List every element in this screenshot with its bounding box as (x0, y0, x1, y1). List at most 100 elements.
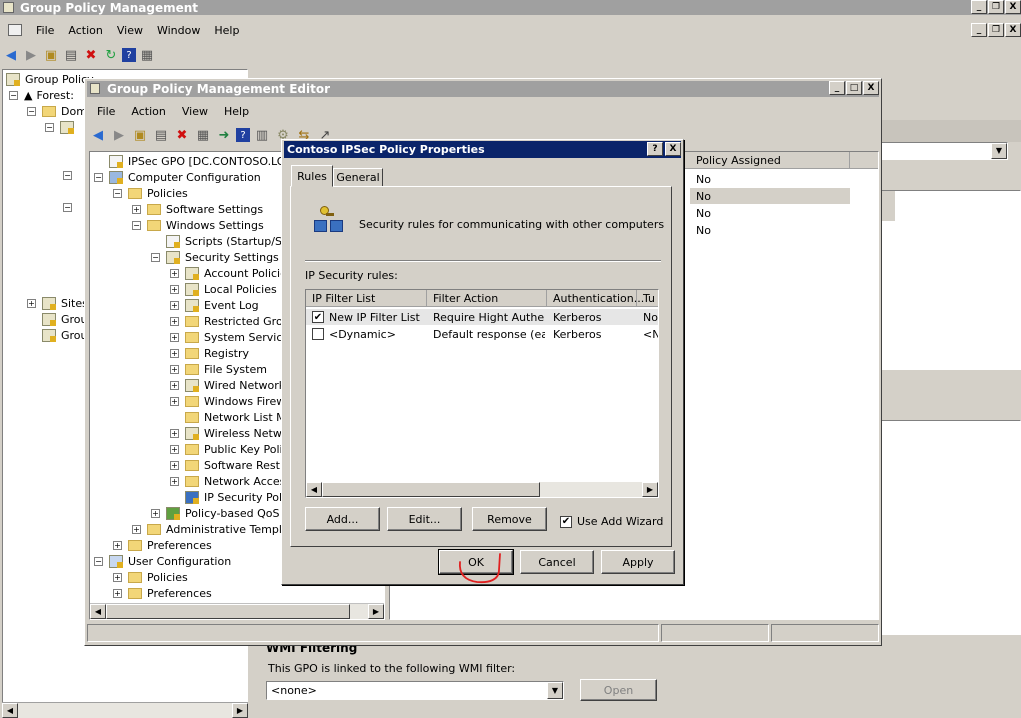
editor-back-icon[interactable]: ◀ (89, 126, 107, 144)
editor-help-icon[interactable]: ? (236, 128, 250, 142)
editor-tree-item[interactable]: − Security Settings (151, 249, 279, 265)
wmi-open-button[interactable]: Open (580, 679, 657, 701)
outer-menu-help[interactable]: Help (214, 24, 239, 37)
col-authentication[interactable]: Authentication... (547, 290, 644, 307)
expand-icon[interactable]: + (170, 300, 179, 310)
editor-forward-icon[interactable]: ▶ (110, 126, 128, 144)
tab-general[interactable]: General (333, 168, 383, 187)
editor-tree-item[interactable]: + Wireless Netwo (170, 425, 289, 441)
editor-tree-item[interactable]: + Preferences (113, 585, 212, 601)
outer-tree-forest[interactable]: − ▲ Forest: (9, 87, 74, 103)
expand-icon[interactable]: + (170, 316, 179, 326)
collapse-icon[interactable]: − (151, 252, 160, 262)
editor-tree-item[interactable]: + Local Policies (170, 281, 277, 297)
editor-close-button[interactable]: X (863, 81, 879, 95)
add-rule-button[interactable]: Add... (305, 507, 380, 531)
expand-icon[interactable]: + (170, 444, 179, 454)
editor-tree-item[interactable]: + Network Access (170, 473, 291, 489)
col-ip-filter-list[interactable]: IP Filter List (306, 290, 427, 307)
properties-icon[interactable]: ▦ (138, 46, 156, 64)
editor-tree-item[interactable]: − Computer Configuration (94, 169, 261, 185)
outer-combo[interactable]: ▼ (880, 142, 1008, 160)
outer-tree-sites[interactable]: + Sites (27, 295, 88, 311)
editor-tree-toggle-icon[interactable]: ▤ (152, 126, 170, 144)
editor-tree-item[interactable]: + Restricted Grou (170, 313, 290, 329)
editor-tree-item[interactable]: Network List Ma (170, 409, 292, 425)
outer-menu-view[interactable]: View (117, 24, 143, 37)
editor-tree-item[interactable]: + System Service (170, 329, 289, 345)
expand-icon[interactable]: + (170, 476, 179, 486)
expand-icon[interactable]: + (170, 332, 179, 342)
editor-scroll-thumb[interactable] (106, 604, 350, 619)
editor-tree-item[interactable]: + Policy-based QoS (151, 505, 280, 521)
policy-row-4[interactable]: No (696, 222, 846, 238)
rules-scroll-right[interactable]: ▶ (642, 482, 658, 497)
editor-menu-help[interactable]: Help (224, 105, 249, 118)
policy-row-1[interactable]: No (696, 171, 846, 187)
cancel-button[interactable]: Cancel (520, 550, 594, 574)
outer-tree-domain[interactable]: − Dom (27, 103, 87, 119)
editor-tree-item[interactable]: + Account Policies (170, 265, 293, 281)
apply-button[interactable]: Apply (601, 550, 675, 574)
outer-tree-gpm[interactable]: Grou (42, 311, 88, 327)
expand-icon[interactable]: + (170, 460, 179, 470)
rules-hscroll[interactable]: ◀ ▶ (306, 482, 658, 497)
expand-icon[interactable]: + (170, 268, 179, 278)
editor-minimize-button[interactable]: _ (829, 81, 845, 95)
editor-tree-item[interactable]: + Public Key Polici (170, 441, 292, 457)
editor-tree-item[interactable]: + Preferences (113, 537, 212, 553)
editor-tree-item[interactable]: + Policies (113, 569, 188, 585)
expand-icon[interactable]: + (170, 348, 179, 358)
collapse-icon[interactable]: − (94, 172, 103, 182)
scroll-left-button[interactable]: ◀ (2, 703, 18, 718)
wmi-filter-select[interactable]: <none> ▼ (266, 681, 564, 700)
expand-icon[interactable]: + (170, 284, 179, 294)
expand-icon[interactable]: + (132, 204, 141, 214)
outer-combo-arrow[interactable]: ▼ (991, 143, 1007, 159)
refresh-icon[interactable]: ↻ (102, 46, 120, 64)
editor-tree-item[interactable]: IP Security Polic (170, 489, 291, 505)
editor-menu-action[interactable]: Action (131, 105, 165, 118)
editor-tree-item[interactable]: + File System (170, 361, 267, 377)
policy-row-3[interactable]: No (696, 205, 846, 221)
expand-icon[interactable]: + (132, 524, 141, 534)
expand-icon[interactable]: + (113, 588, 122, 598)
editor-scroll-left[interactable]: ◀ (90, 604, 106, 619)
help-icon[interactable]: ? (122, 48, 136, 62)
editor-tree-item[interactable]: − User Configuration (94, 553, 231, 569)
editor-tree-item[interactable]: + Registry (170, 345, 249, 361)
editor-tree-item[interactable]: IPSec GPO [DC.CONTOSO.LOCAL] (94, 153, 311, 169)
policy-assigned-column[interactable]: Policy Assigned (690, 152, 850, 169)
outer-menu-file[interactable]: File (36, 24, 54, 37)
rules-scroll-thumb[interactable] (322, 482, 540, 497)
rule-row[interactable]: <Dynamic> Default response (ea... Kerber… (306, 326, 658, 342)
forward-arrow-icon[interactable]: ▶ (22, 46, 40, 64)
expand-icon[interactable]: + (113, 572, 122, 582)
editor-up-icon[interactable]: ▣ (131, 126, 149, 144)
outer-tree-collapsed-1[interactable]: − (63, 167, 78, 183)
back-arrow-icon[interactable]: ◀ (2, 46, 20, 64)
editor-tree-item[interactable]: + Software Restr (170, 457, 284, 473)
outer-tree-ou[interactable]: − (45, 119, 79, 135)
policy-row-2[interactable]: No (690, 188, 850, 204)
expand-icon[interactable]: + (151, 508, 160, 518)
editor-menu-file[interactable]: File (97, 105, 115, 118)
editor-tree-item[interactable]: − Windows Settings (132, 217, 264, 233)
editor-tree-item[interactable]: + Windows Firewa (170, 393, 292, 409)
outer-tree-gpr[interactable]: Grou (42, 327, 88, 343)
rules-scroll-left[interactable]: ◀ (306, 482, 322, 497)
rule-row[interactable]: ✔ New IP Filter List Require Hight Authe.… (306, 309, 658, 325)
editor-maximize-button[interactable]: □ (846, 81, 862, 95)
child-close-button[interactable]: X (1005, 23, 1021, 37)
col-filter-action[interactable]: Filter Action (427, 290, 547, 307)
tab-rules[interactable]: Rules (291, 165, 333, 187)
wmi-select-arrow[interactable]: ▼ (547, 682, 563, 699)
use-add-wizard[interactable]: ✔ Use Add Wizard (560, 515, 663, 528)
show-hide-tree-icon[interactable]: ▤ (62, 46, 80, 64)
outer-tree-hscroll[interactable]: ◀ ▶ (2, 702, 248, 718)
editor-tree-item[interactable]: − Policies (113, 185, 188, 201)
expand-icon[interactable]: + (170, 428, 179, 438)
dialog-help-button[interactable]: ? (647, 142, 663, 156)
scroll-right-button[interactable]: ▶ (232, 703, 248, 718)
outer-tree-root[interactable]: Group Policy (6, 71, 94, 87)
